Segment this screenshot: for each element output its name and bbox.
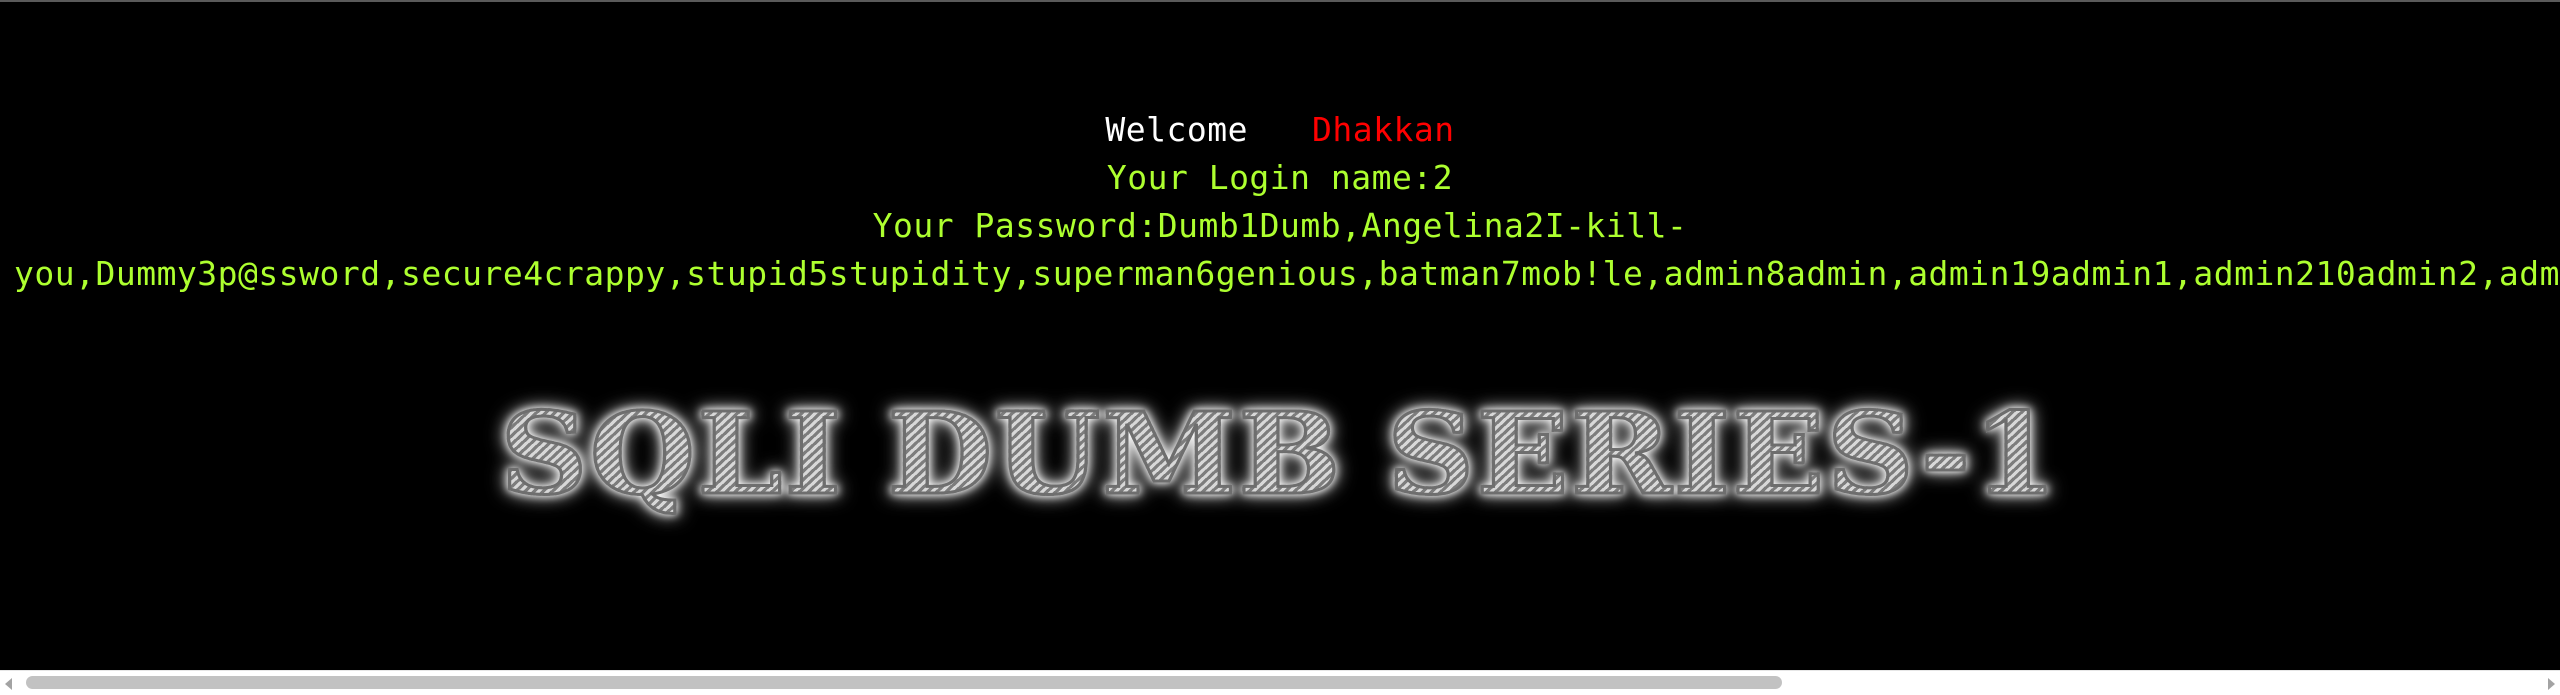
series-logo-image: SQLI DUMB SERIES-1: [499, 387, 2059, 521]
password-text: Your Password:Dumb1Dumb,Angelina2I-kill-: [872, 206, 1688, 245]
scroll-right-arrow-icon[interactable]: [2548, 678, 2555, 690]
password-text-continued: you,Dummy3p@ssword,secure4crappy,stupid5…: [14, 254, 2560, 293]
welcome-label: Welcome: [1105, 110, 1248, 149]
username-text: Dhakkan: [1312, 110, 1455, 149]
login-name-text: Your Login name:2: [1106, 158, 1454, 197]
page-viewport: Welcome Dhakkan Your Login name:2 Your Pa…: [0, 0, 2560, 670]
welcome-row: Welcome Dhakkan: [0, 106, 2560, 154]
horizontal-scrollbar[interactable]: [0, 670, 2560, 695]
scroll-left-arrow-icon[interactable]: [5, 678, 12, 690]
scrollbar-thumb[interactable]: [26, 676, 1782, 689]
series-logo-text: SQLI DUMB SERIES-1: [499, 387, 2060, 521]
